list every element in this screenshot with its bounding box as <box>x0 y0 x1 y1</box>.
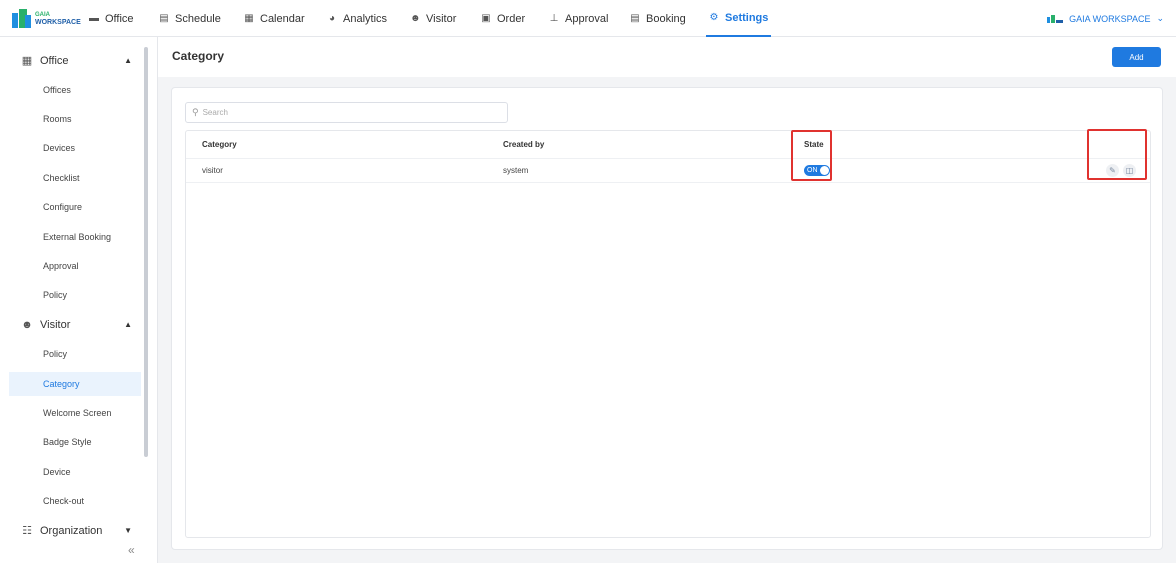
organization-icon: ☷ <box>22 525 32 537</box>
workspace-name: GAIA WORKSPACE <box>1069 13 1151 24</box>
search-box[interactable]: ⚲ <box>185 102 508 123</box>
booking-icon: ▤ <box>630 13 640 24</box>
sidebar-item-checklist[interactable]: Checklist <box>9 166 141 190</box>
schedule-icon: ▤ <box>159 13 169 24</box>
calendar-icon: ▦ <box>244 13 254 24</box>
sidebar-group-office[interactable]: ▦ Office ▲ <box>0 46 148 75</box>
column-header-state: State <box>804 140 824 149</box>
sidebar-group-organization[interactable]: ☷ Organization ▼ <box>0 516 148 545</box>
sidebar-item-office-policy[interactable]: Policy <box>9 283 141 307</box>
sidebar-item-badge-style[interactable]: Badge Style <box>9 430 141 454</box>
column-header-created-by: Created by <box>503 140 545 149</box>
chevron-up-icon: ▲ <box>124 56 132 65</box>
delete-icon[interactable]: ◫ <box>1123 164 1136 177</box>
cell-created-by: system <box>503 166 529 175</box>
briefcase-icon: ▬ <box>89 13 99 24</box>
cell-state: ON <box>804 159 830 182</box>
content-panel: ⚲ Category Created by State visitor syst… <box>171 87 1163 550</box>
search-input[interactable] <box>202 108 493 117</box>
nav-approval[interactable]: ⊥ Approval <box>549 0 609 37</box>
add-button[interactable]: Add <box>1112 47 1161 67</box>
nav-calendar[interactable]: ▦ Calendar <box>244 0 304 37</box>
page-header: Category Add <box>158 37 1176 77</box>
office-icon: ▦ <box>21 55 33 67</box>
chevron-up-icon: ▲ <box>124 320 132 329</box>
sidebar-item-rooms[interactable]: Rooms <box>9 107 141 131</box>
logo-text-line2: WORKSPACE <box>35 18 81 26</box>
sidebar-item-devices[interactable]: Devices <box>9 136 141 160</box>
pie-chart-icon: ◕ <box>328 13 336 24</box>
approval-icon: ⊥ <box>549 13 559 24</box>
gear-icon: ⚙ <box>709 12 719 23</box>
table-row: visitor system ON ✎ ◫ <box>186 159 1150 183</box>
nav-order[interactable]: ▣ Order <box>481 0 525 37</box>
sidebar-item-external-booking[interactable]: External Booking <box>9 225 141 249</box>
sidebar-item-device[interactable]: Device <box>9 460 141 484</box>
sidebar-item-visitor-policy[interactable]: Policy <box>9 342 141 366</box>
sidebar-item-approval[interactable]: Approval <box>9 254 141 278</box>
toggle-knob <box>820 166 829 175</box>
sidebar-scrollbar[interactable] <box>144 47 148 457</box>
nav-visitor[interactable]: ☻ Visitor <box>410 0 456 37</box>
gaia-logo-mark-icon <box>12 9 32 28</box>
visitor-icon: ☻ <box>410 13 421 24</box>
gaia-logo[interactable]: GAIA WORKSPACE <box>12 9 81 28</box>
cell-category: visitor <box>202 166 223 175</box>
sidebar-item-offices[interactable]: Offices <box>9 78 141 102</box>
collapse-sidebar-icon[interactable]: « <box>128 543 135 557</box>
sidebar-item-welcome-screen[interactable]: Welcome Screen <box>9 401 141 425</box>
edit-icon[interactable]: ✎ <box>1106 164 1119 177</box>
state-toggle[interactable]: ON <box>804 165 830 176</box>
page-title: Category <box>172 49 225 63</box>
sidebar-group-visitor[interactable]: ☻ Visitor ▲ <box>0 310 148 339</box>
logo-text-line1: GAIA <box>35 11 50 18</box>
order-icon: ▣ <box>481 13 491 24</box>
sidebar-item-configure[interactable]: Configure <box>9 195 141 219</box>
category-table: Category Created by State visitor system… <box>185 130 1151 538</box>
visitor-icon: ☻ <box>21 318 33 331</box>
state-toggle-label: ON <box>807 167 818 174</box>
workspace-logo-icon <box>1047 14 1064 23</box>
workspace-switcher[interactable]: GAIA WORKSPACE ⌄ <box>1047 0 1164 37</box>
nav-analytics[interactable]: ◕ Analytics <box>327 0 387 37</box>
chevron-down-icon: ▼ <box>124 526 132 535</box>
sidebar: ▦ Office ▲ Offices Rooms Devices Checkli… <box>0 37 158 563</box>
chevron-down-icon: ⌄ <box>1156 13 1164 23</box>
search-icon: ⚲ <box>192 107 199 117</box>
nav-schedule[interactable]: ▤ Schedule <box>159 0 221 37</box>
table-header: Category Created by State <box>186 131 1150 159</box>
nav-office[interactable]: ▬ Office <box>89 0 134 37</box>
nav-settings[interactable]: ⚙ Settings <box>706 0 772 37</box>
sidebar-item-check-out[interactable]: Check-out <box>9 489 141 513</box>
column-header-category: Category <box>202 140 237 149</box>
nav-booking[interactable]: ▤ Booking <box>630 0 686 37</box>
sidebar-item-category[interactable]: Category <box>9 372 141 396</box>
cell-actions: ✎ ◫ <box>1102 159 1136 182</box>
top-navigation: GAIA WORKSPACE ▬ Office ▤ Schedule ▦ Cal… <box>0 0 1176 37</box>
